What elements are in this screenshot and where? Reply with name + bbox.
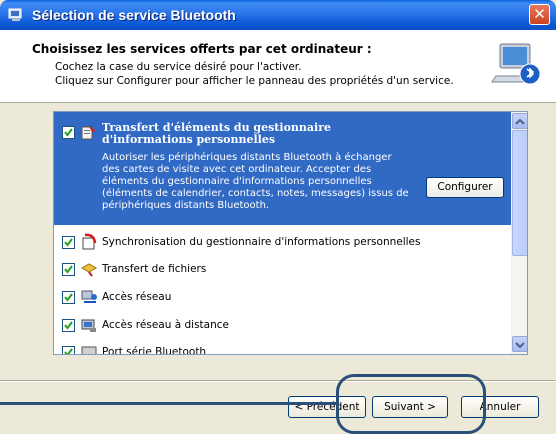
list-item-label: Transfert de fichiers [102,263,207,275]
selected-service-title: Transfert d'éléments du gestionnaire d'i… [102,121,332,146]
chevron-down-icon [515,342,525,349]
list-item-label: Accès réseau [102,291,172,303]
service-list[interactable]: Transfert d'éléments du gestionnaire d'i… [53,111,528,355]
header-instruction-1: Cochez la case du service désiré pour l'… [55,61,302,73]
computer-bluetooth-icon [491,43,541,85]
title-bar[interactable]: Sélection de service Bluetooth ✕ [0,0,556,30]
service-checkbox[interactable] [62,319,75,332]
scroll-down-button[interactable] [512,336,527,352]
selected-service-description: Autoriser les périphériques distants Blu… [102,152,409,211]
service-checkbox[interactable] [62,126,75,139]
serial-port-icon [81,346,97,354]
service-checkbox[interactable] [62,291,75,304]
sync-icon [82,233,97,250]
header-panel: Choisissez les services offerts par cet … [0,30,556,103]
callout-highlight [336,374,486,434]
header-title: Choisissez les services offerts par cet … [32,42,372,56]
list-item-label: Port série Bluetooth [102,346,207,355]
dialup-networking-icon [81,319,96,332]
scroll-thumb[interactable] [512,130,527,256]
list-item-label: Accès réseau à distance [102,319,229,331]
callout-pointer-line [0,402,336,405]
close-button[interactable]: ✕ [529,4,550,25]
bluetooth-app-icon [8,8,22,21]
service-checkbox[interactable] [62,346,75,354]
list-item-selected[interactable]: Transfert d'éléments du gestionnaire d'i… [54,112,511,225]
service-checkbox[interactable] [62,263,75,276]
vertical-scrollbar[interactable] [511,112,527,354]
file-transfer-icon [80,263,98,277]
header-instruction-2: Cliquez sur Configurer pour afficher le … [55,75,454,87]
network-access-icon [81,290,97,303]
bluetooth-service-dialog: Sélection de service Bluetooth ✕ Choisis… [0,0,556,434]
service-checkbox[interactable] [62,236,75,249]
window-title: Sélection de service Bluetooth [32,7,236,23]
scroll-up-button[interactable] [512,113,527,129]
list-item-label: Synchronisation du gestionnaire d'inform… [102,236,421,248]
pim-transfer-icon [81,125,96,140]
chevron-up-icon [515,118,525,125]
configure-button[interactable]: Configurer [426,177,504,198]
